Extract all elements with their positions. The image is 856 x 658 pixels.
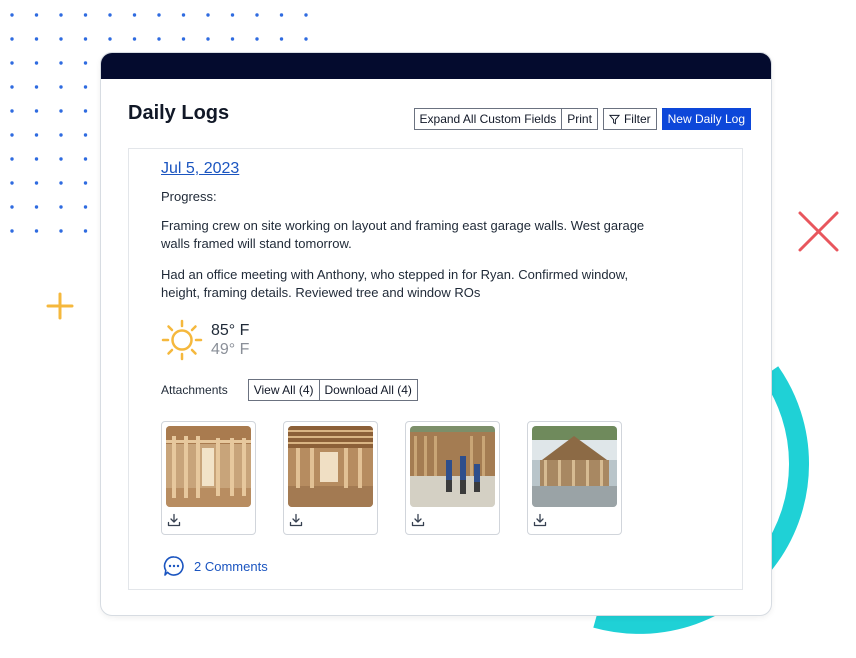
download-icon[interactable] [167,513,181,527]
attachment-thumbnail[interactable] [161,421,256,535]
attachments-actions: View All (4) Download All (4) [247,379,418,401]
attachments-label: Attachments [161,383,228,397]
new-daily-log-button[interactable]: New Daily Log [661,108,751,130]
comments-link[interactable]: 2 Comments [163,555,268,577]
comments-label: 2 Comments [194,558,268,574]
toolbar: Expand All Custom Fields Print Filter Ne… [413,108,751,130]
daily-log-entry: Jul 5, 2023 Progress: Framing crew on si… [128,148,743,590]
attachment-thumbnail[interactable] [283,421,378,535]
expand-print-group: Expand All Custom Fields Print [413,108,598,130]
download-icon[interactable] [533,513,547,527]
log-paragraph: Had an office meeting with Anthony, who … [161,267,629,300]
garage-frame-photo [532,426,617,507]
attachment-thumbnails [161,421,622,535]
log-date-link[interactable]: Jul 5, 2023 [161,160,239,178]
filter-label: Filter [623,112,651,126]
print-button[interactable]: Print [562,108,598,130]
weather-summary: 85° F 49° F [161,319,249,361]
temperature-high: 85° F [211,322,250,339]
attachment-thumbnail[interactable] [405,421,500,535]
sun-icon [161,319,203,361]
red-cross-decoration [798,211,839,252]
comment-icon [163,556,184,576]
daily-logs-card: Daily Logs Expand All Custom Fields Prin… [100,52,772,616]
attachment-thumbnail[interactable] [527,421,622,535]
download-all-attachments-button[interactable]: Download All (4) [319,379,418,401]
temperatures: 85° F 49° F [211,321,249,359]
orange-plus-decoration [46,292,74,320]
page-title: Daily Logs [128,102,230,124]
framing-room-photo [288,426,373,507]
progress-label: Progress: [161,189,217,204]
card-header-bar [101,53,771,79]
temperature-low: 49° F [211,341,250,358]
framing-interior-photo [166,426,251,507]
download-icon[interactable] [289,513,303,527]
stage: Daily Logs Expand All Custom Fields Prin… [0,0,856,658]
download-icon[interactable] [411,513,425,527]
filter-icon [608,114,620,124]
log-paragraph: Framing crew on site working on layout a… [161,218,645,251]
filter-button[interactable]: Filter [602,108,657,130]
view-all-attachments-button[interactable]: View All (4) [247,379,320,401]
crew-framing-photo [410,426,495,507]
expand-all-custom-fields-button[interactable]: Expand All Custom Fields [413,108,563,130]
attachments-row: Attachments View All (4) Download All (4… [161,379,418,401]
